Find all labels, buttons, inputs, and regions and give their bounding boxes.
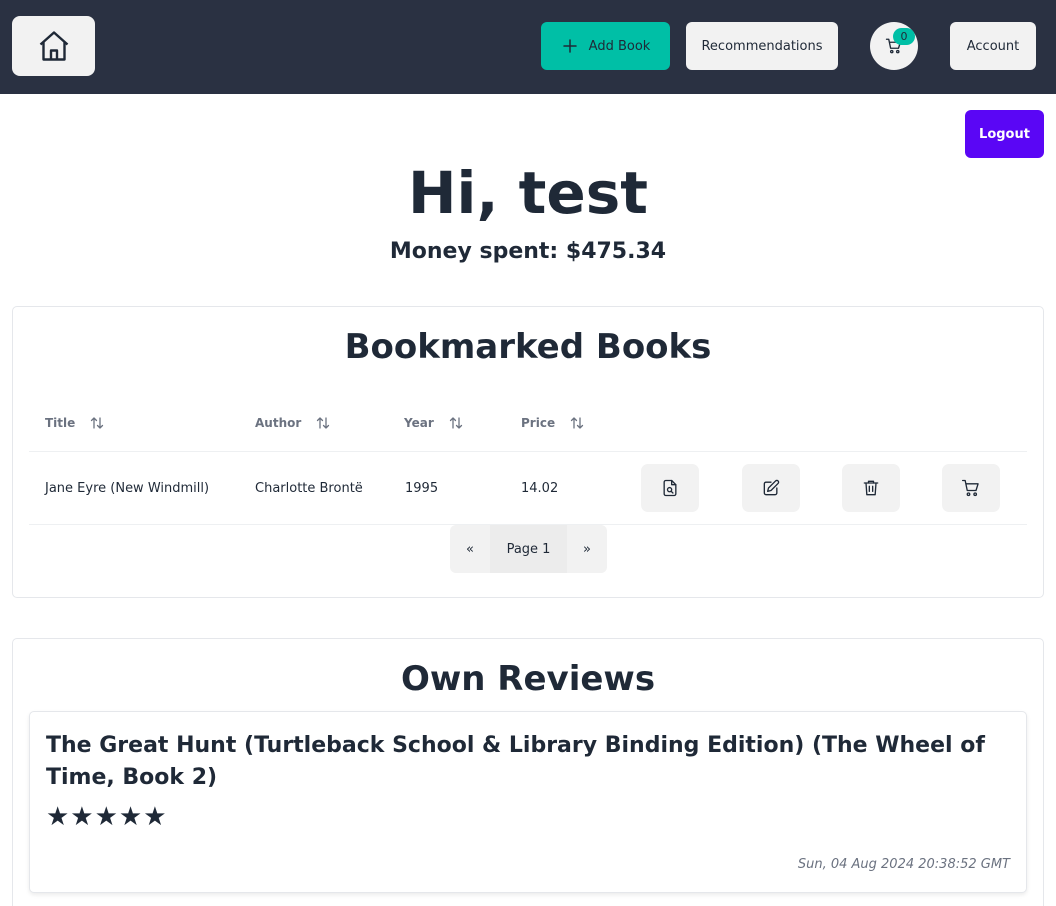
cart-count-badge: 0 xyxy=(893,28,915,45)
bookmarked-books-card: Bookmarked Books Title Author Year Price… xyxy=(12,306,1044,598)
greeting-heading: Hi, test xyxy=(408,159,648,227)
cell-title: Jane Eyre (New Windmill) xyxy=(45,481,210,496)
table-divider xyxy=(29,451,1027,452)
cell-price: 14.02 xyxy=(521,481,559,496)
account-button[interactable]: Account xyxy=(950,22,1036,70)
home-icon xyxy=(39,31,68,61)
account-label: Account xyxy=(966,38,1020,54)
trash-icon xyxy=(863,480,879,496)
sort-icon xyxy=(317,417,330,429)
sort-icon xyxy=(449,417,462,429)
column-header-label: Title xyxy=(45,416,76,430)
pagination-prev-button[interactable]: « xyxy=(450,525,490,573)
delete-book-button[interactable] xyxy=(842,464,900,512)
view-book-button[interactable] xyxy=(641,464,699,512)
review-date: Sun, 04 Aug 2024 20:38:52 GMT xyxy=(797,857,1010,872)
column-header-label: Year xyxy=(404,416,434,430)
bookmarked-books-title: Bookmarked Books xyxy=(344,327,712,367)
edit-icon xyxy=(763,479,780,496)
own-reviews-title: Own Reviews xyxy=(400,659,656,699)
cell-author: Charlotte Brontë xyxy=(255,481,363,496)
edit-book-button[interactable] xyxy=(742,464,800,512)
review-book-title: The Great Hunt (Turtleback School & Libr… xyxy=(46,733,985,790)
recommendations-button[interactable]: Recommendations xyxy=(686,22,838,70)
column-header-label: Author xyxy=(255,416,302,430)
pagination-current-page: Page 1 xyxy=(490,525,567,573)
pagination: « Page 1 » xyxy=(450,525,607,573)
pagination-next-button[interactable]: » xyxy=(567,525,607,573)
own-reviews-card: Own Reviews The Great Hunt (Turtleback S… xyxy=(12,638,1044,906)
navbar: Add Book Recommendations 0 Account xyxy=(0,0,1056,94)
review-rating-stars: ★★★★★ xyxy=(46,802,168,832)
home-button[interactable] xyxy=(12,16,95,76)
logout-label: Logout xyxy=(979,126,1030,142)
cart-icon xyxy=(962,479,979,497)
review-item[interactable]: The Great Hunt (Turtleback School & Libr… xyxy=(29,711,1027,893)
money-spent: Money spent: $475.34 xyxy=(389,239,667,264)
column-header-label: Price xyxy=(521,416,556,430)
cell-year: 1995 xyxy=(405,481,439,496)
sort-icon xyxy=(570,417,584,429)
add-book-button[interactable]: Add Book xyxy=(541,22,670,70)
logout-button[interactable]: Logout xyxy=(965,110,1044,158)
sort-icon xyxy=(91,417,104,429)
add-book-label: Add Book xyxy=(588,38,651,54)
recommendations-label: Recommendations xyxy=(701,38,823,54)
plus-icon xyxy=(562,39,577,53)
view-icon xyxy=(663,479,677,497)
add-to-cart-button[interactable] xyxy=(942,464,1000,512)
